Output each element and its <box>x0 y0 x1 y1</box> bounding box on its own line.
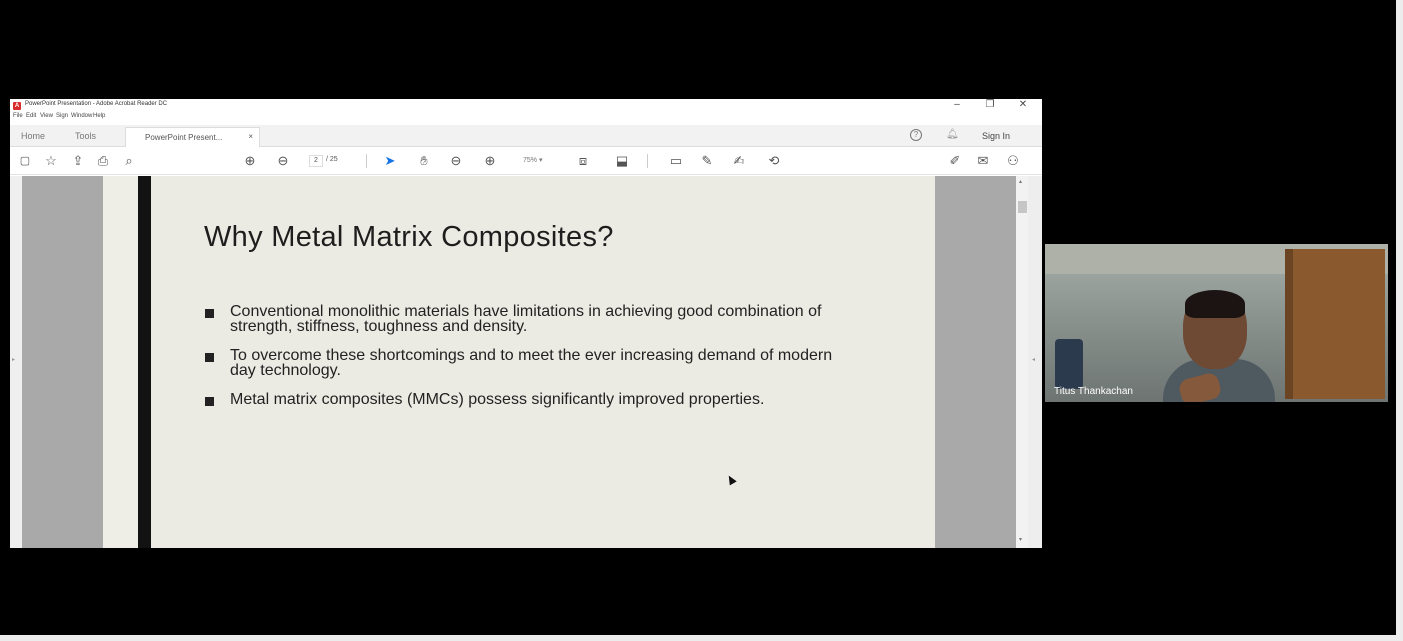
scroll-up-icon[interactable]: ▴ <box>1019 178 1022 185</box>
window-title: PowerPoint Presentation - Adobe Acrobat … <box>25 101 168 107</box>
highlight-pen-icon[interactable]: ✎ <box>699 153 715 169</box>
toolbar: ▢ ☆ ⇪ ⎙ ⌕ ⊕ ⊖ 2 / 25 ➤ ✋︎ ⊖ ⊕ 75% ▾ ⧈ ⬓ … <box>10 147 1042 175</box>
menu-help[interactable]: Help <box>93 113 105 119</box>
zoom-level-select[interactable]: 75% ▾ <box>523 155 555 167</box>
close-tab-icon[interactable]: × <box>248 132 253 141</box>
slide-bullet-list: Conventional monolithic materials have l… <box>204 304 844 421</box>
save-icon[interactable]: ▢ <box>17 153 33 169</box>
zoom-out-icon[interactable]: ⊖ <box>448 153 464 169</box>
acrobat-reader-window: A PowerPoint Presentation - Adobe Acroba… <box>10 99 1042 548</box>
fit-page-icon[interactable]: ⧈ <box>575 153 591 169</box>
sign-in-button[interactable]: Sign In <box>982 131 1010 141</box>
bottom-edge <box>0 635 1403 641</box>
page-gutter-left <box>22 176 103 548</box>
page-total-label: / 25 <box>326 156 338 163</box>
hand-icon[interactable]: ✋︎ <box>416 153 432 169</box>
close-button[interactable]: ✕ <box>1008 99 1038 112</box>
tab-home[interactable]: Home <box>21 131 45 141</box>
menu-view[interactable]: View <box>40 113 53 119</box>
upload-cloud-icon[interactable]: ⇪ <box>70 153 86 169</box>
minimize-button[interactable]: – <box>942 99 972 112</box>
page-down-icon[interactable]: ⊖ <box>275 153 291 169</box>
toolbar-divider <box>647 154 648 168</box>
tab-bar: Home Tools PowerPoint Present... × ? 🔔︎ … <box>10 125 1042 147</box>
add-user-icon[interactable]: ⚇ <box>1005 153 1021 169</box>
video-background-door <box>1285 249 1385 399</box>
scroll-thumb[interactable] <box>1018 201 1027 213</box>
participant-video[interactable]: Titus Thankachan <box>1045 244 1388 402</box>
maximize-button[interactable]: ❐ <box>975 99 1005 112</box>
left-panel-rail[interactable]: ▸ <box>10 176 22 548</box>
page-up-icon[interactable]: ⊕ <box>242 153 258 169</box>
fill-sign-icon[interactable]: ✐ <box>947 153 963 169</box>
vertical-scrollbar[interactable]: ▴ ▾ <box>1016 176 1028 548</box>
print-icon[interactable]: ⎙ <box>95 153 111 169</box>
menu-sign[interactable]: Sign <box>56 113 68 119</box>
title-bar: A PowerPoint Presentation - Adobe Acroba… <box>10 99 1042 112</box>
share-stamp-icon[interactable]: ⟲ <box>766 153 782 169</box>
zoom-in-icon[interactable]: ⊕ <box>482 153 498 169</box>
zoom-search-icon[interactable]: ⌕ <box>121 153 137 169</box>
menu-file[interactable]: File <box>13 113 23 119</box>
shared-screen: A PowerPoint Presentation - Adobe Acroba… <box>0 0 1403 641</box>
right-panel-rail[interactable]: ◂ <box>1028 176 1042 548</box>
acrobat-icon: A <box>13 102 21 110</box>
document-area[interactable]: ▸ Why Metal Matrix Composites? Conventio… <box>10 176 1042 548</box>
toolbar-divider <box>366 154 367 168</box>
bell-icon[interactable]: 🔔︎ <box>946 129 959 140</box>
page-number-input[interactable]: 2 <box>309 155 323 167</box>
video-background-jacket <box>1055 339 1083 389</box>
right-edge <box>1396 0 1403 641</box>
scroll-down-icon[interactable]: ▾ <box>1019 536 1022 543</box>
slide-margin <box>103 176 138 548</box>
slide-accent-bar <box>138 176 151 548</box>
page-gutter-right <box>935 176 1016 548</box>
scroll-mode-icon[interactable]: ⬓ <box>614 153 630 169</box>
slide-bullet: To overcome these shortcomings and to me… <box>204 348 844 379</box>
menu-window[interactable]: Window <box>71 113 92 119</box>
menu-edit[interactable]: Edit <box>26 113 36 119</box>
bookmark-star-icon[interactable]: ☆ <box>43 153 59 169</box>
mail-icon[interactable]: ✉ <box>975 153 991 169</box>
expand-left-panel-icon[interactable]: ▸ <box>12 356 15 363</box>
expand-right-panel-icon[interactable]: ◂ <box>1032 356 1035 363</box>
help-icon[interactable]: ? <box>910 129 922 141</box>
slide-bullet: Conventional monolithic materials have l… <box>204 304 844 335</box>
comment-icon[interactable]: ▭ <box>668 153 684 169</box>
slide-page: Why Metal Matrix Composites? Conventiona… <box>103 176 935 548</box>
select-cursor-icon[interactable]: ➤ <box>382 153 398 169</box>
tab-tools[interactable]: Tools <box>75 131 96 141</box>
menu-bar: File Edit View Sign Window Help <box>10 112 1042 123</box>
participant-name-label: Titus Thankachan <box>1054 386 1133 397</box>
tab-document[interactable]: PowerPoint Present... × <box>125 127 260 147</box>
participant-hair <box>1185 290 1245 318</box>
slide-bullet: Metal matrix composites (MMCs) possess s… <box>204 392 844 408</box>
document-tab-label: PowerPoint Present... <box>145 133 223 142</box>
slide-title: Why Metal Matrix Composites? <box>204 221 614 253</box>
sign-icon[interactable]: ✍︎ <box>731 153 747 169</box>
